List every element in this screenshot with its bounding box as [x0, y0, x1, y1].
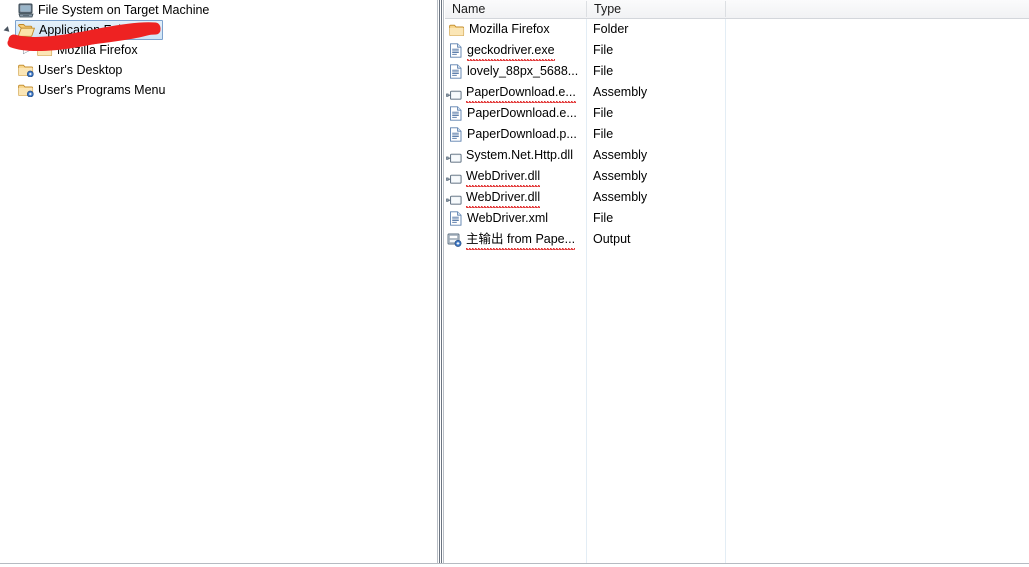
tree-node-users-programs-menu[interactable]: User's Programs Menu [0, 80, 437, 100]
list-column-header: Name Type [445, 0, 1029, 19]
file-type-label: File [593, 106, 614, 120]
file-type-label: File [593, 127, 614, 141]
file-name-label: System.Net.Http.dll [466, 148, 573, 162]
special-folder-icon [18, 83, 34, 98]
file-type-label: Assembly [593, 85, 648, 99]
folder-icon [449, 23, 465, 37]
tree-node-application-folder[interactable]: Application Folder [0, 20, 437, 40]
file-icon [449, 127, 463, 142]
folder-icon [37, 43, 53, 57]
tree-expander-placeholder [2, 0, 15, 20]
special-folder-icon [18, 63, 34, 78]
file-icon [449, 64, 463, 79]
file-name-cell[interactable]: PaperDownload.e... [446, 82, 582, 103]
file-name-label: lovely_88px_5688... [467, 64, 579, 78]
project-output-icon [447, 233, 462, 247]
file-icon [449, 211, 463, 226]
file-name-cell[interactable]: WebDriver.xml [449, 208, 585, 229]
tree-node-label: Application Folder [39, 23, 140, 37]
assembly-icon [446, 150, 462, 163]
column-header-name[interactable]: Name [445, 0, 586, 18]
assembly-icon [446, 192, 462, 205]
file-name-cell[interactable]: WebDriver.dll [446, 166, 582, 187]
file-name-label: WebDriver.xml [467, 211, 549, 225]
table-row[interactable]: WebDriver.dll Assembly [445, 187, 1029, 208]
splitter-line [437, 0, 438, 563]
file-icon [449, 106, 463, 121]
tree-node-mozilla-firefox[interactable]: Mozilla Firefox [0, 40, 437, 60]
file-type-label: Assembly [593, 190, 648, 204]
tree-node-file-system-on-target-machine[interactable]: File System on Target Machine [0, 0, 437, 20]
tree-node-label: File System on Target Machine [38, 3, 210, 17]
tree-expander-placeholder [2, 60, 15, 80]
file-list-rows[interactable]: Mozilla Firefox Folder geckodriver.exe F… [445, 19, 1029, 563]
tree-expander-expanded-icon[interactable] [2, 20, 15, 40]
tree-node-label: User's Desktop [38, 63, 123, 77]
table-row[interactable]: WebDriver.dll Assembly [445, 166, 1029, 187]
table-row[interactable]: Mozilla Firefox Folder [445, 19, 1029, 40]
file-name-label: Mozilla Firefox [469, 22, 550, 36]
splitter-line [439, 0, 440, 563]
tree-expander-placeholder [2, 80, 15, 100]
file-name-label: PaperDownload.p... [467, 127, 577, 141]
computer-icon [18, 3, 34, 18]
file-icon [449, 43, 463, 58]
file-name-cell[interactable]: lovely_88px_5688... [449, 61, 585, 82]
assembly-icon [446, 87, 462, 100]
tree-expander-collapsed-icon[interactable] [21, 40, 34, 60]
file-type-label: File [593, 43, 614, 57]
file-name-cell[interactable]: Mozilla Firefox [449, 19, 585, 40]
file-name-label: WebDriver.dll [462, 166, 541, 187]
table-row[interactable]: WebDriver.xml File [445, 208, 1029, 229]
file-name-label: geckodriver.exe [463, 40, 555, 61]
file-name-cell[interactable]: System.Net.Http.dll [446, 145, 582, 166]
file-type-label: Output [593, 232, 631, 246]
file-system-editor: File System on Target Machine Applicatio… [0, 0, 1029, 567]
file-name-label: 主输出 from Pape... [462, 229, 576, 250]
file-name-label: PaperDownload.e... [467, 106, 577, 120]
table-row[interactable]: System.Net.Http.dll Assembly [445, 145, 1029, 166]
file-name-cell[interactable]: WebDriver.dll [446, 187, 582, 208]
file-name-label: WebDriver.dll [462, 187, 541, 208]
tree-node-label: User's Programs Menu [38, 83, 166, 97]
file-type-label: File [593, 211, 614, 225]
file-name-cell[interactable]: PaperDownload.p... [449, 124, 585, 145]
file-name-cell[interactable]: 主输出 from Pape... [447, 229, 583, 250]
column-header-type[interactable]: Type [587, 0, 725, 18]
splitter-line [441, 0, 442, 563]
table-row[interactable]: PaperDownload.p... File [445, 124, 1029, 145]
file-name-cell[interactable]: PaperDownload.e... [449, 103, 585, 124]
tree-node-label: Mozilla Firefox [57, 43, 138, 57]
table-row[interactable]: geckodriver.exe File [445, 40, 1029, 61]
table-row[interactable]: PaperDownload.e... Assembly [445, 82, 1029, 103]
file-type-label: File [593, 64, 614, 78]
tree-node-users-desktop[interactable]: User's Desktop [0, 60, 437, 80]
pane-splitter[interactable] [437, 0, 445, 563]
file-list-pane[interactable]: Name Type Mozilla Firefox Folder geckodr… [445, 0, 1029, 563]
file-type-label: Folder [593, 22, 629, 36]
table-row[interactable]: 主输出 from Pape... Output [445, 229, 1029, 250]
table-row[interactable]: PaperDownload.e... File [445, 103, 1029, 124]
table-row[interactable]: lovely_88px_5688... File [445, 61, 1029, 82]
column-header-separator[interactable] [725, 1, 726, 17]
file-type-label: Assembly [593, 169, 648, 183]
file-name-label: PaperDownload.e... [462, 82, 576, 103]
file-type-label: Assembly [593, 148, 648, 162]
assembly-icon [446, 171, 462, 184]
file-name-cell[interactable]: geckodriver.exe [449, 40, 585, 61]
splitter-line [443, 0, 444, 563]
open-folder-icon [18, 23, 36, 37]
file-system-tree-pane[interactable]: File System on Target Machine Applicatio… [0, 0, 437, 563]
